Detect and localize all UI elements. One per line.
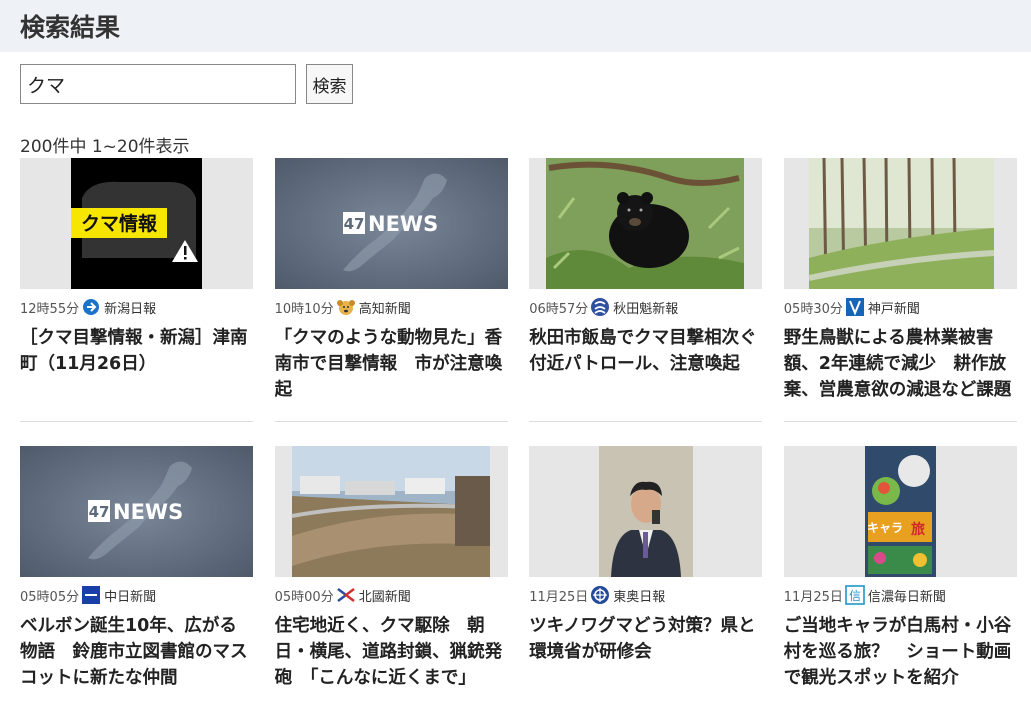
chunichi-shimbun-logo-icon — [81, 585, 101, 605]
result-thumbnail[interactable]: クマ情報 — [20, 158, 253, 289]
result-card[interactable]: キャラ 旅 11月25日 信 信濃毎日新聞 ご当地キャラが白馬村・小谷村を巡る旅… — [783, 446, 1017, 710]
result-card[interactable]: クマ情報 12時55分 新潟日報 ［クマ目撃情報・新潟］津南町（11月26日） — [20, 158, 253, 422]
page-header: 検索結果 — [0, 0, 1031, 52]
news-brand-number: 47 — [89, 503, 110, 521]
kobe-shimbun-logo-icon — [845, 297, 865, 317]
result-headline[interactable]: ご当地キャラが白馬村・小谷村を巡る旅？ ショート動画で観光スポットを紹介 — [784, 613, 1017, 691]
kochi-shimbun-logo-icon — [336, 297, 356, 317]
result-source[interactable]: 高知新聞 — [359, 298, 411, 317]
result-source[interactable]: 新潟日報 — [104, 298, 156, 317]
shinmai-logo-icon: 信 — [845, 585, 865, 605]
result-headline[interactable]: 秋田市飯島でクマ目撃相次ぐ 付近パトロール、注意喚起 — [529, 325, 762, 377]
result-source[interactable]: 東奥日報 — [613, 586, 665, 605]
result-time: 06時57分 — [529, 301, 589, 317]
result-count: 200件中 1~20件表示 — [20, 137, 190, 157]
svg-text:信: 信 — [849, 589, 861, 603]
result-thumbnail[interactable] — [274, 446, 508, 577]
news-brand-number: 47 — [343, 215, 364, 233]
result-time: 10時10分 — [274, 301, 334, 317]
result-thumbnail[interactable]: キャラ 旅 — [783, 446, 1017, 577]
result-thumbnail[interactable]: 47 NEWS — [274, 158, 508, 289]
result-time: 11月25日 — [529, 589, 589, 605]
result-time: 12時55分 — [20, 301, 80, 317]
results-grid: クマ情報 12時55分 新潟日報 ［クマ目撃情報・新潟］津南町（11月26日） — [20, 158, 1017, 710]
result-card[interactable]: 47 NEWS 10時10分 高知新聞 「クマのような動物見た」香南市で目撃情報… — [274, 158, 508, 422]
news-brand-word: NEWS — [368, 212, 438, 236]
search-button[interactable]: 検索 — [306, 64, 353, 104]
result-headline[interactable]: 「クマのような動物見た」香南市で目撃情報 市が注意喚起 — [275, 325, 508, 403]
result-headline[interactable]: ベルボン誕生10年、広がる物語 鈴鹿市立図書館のマスコットに新たな仲間 — [20, 613, 253, 691]
hokkoku-shimbun-logo-icon — [336, 585, 356, 605]
result-thumbnail[interactable]: 47 NEWS — [20, 446, 253, 577]
mascot-title-b: 旅 — [911, 521, 925, 538]
result-time: 05時30分 — [783, 301, 843, 317]
result-source[interactable]: 中日新聞 — [104, 586, 156, 605]
result-thumbnail[interactable] — [529, 446, 763, 577]
result-card[interactable]: 05時30分 神戸新聞 野生鳥獣による農林業被害額、2年連続で減少 耕作放棄、営… — [783, 158, 1017, 422]
result-headline[interactable]: ツキノワグマどう対策？県と環境省が研修会 — [529, 613, 762, 665]
bear-alert-label: クマ情報 — [81, 212, 158, 235]
search-input[interactable] — [20, 64, 296, 104]
result-time: 05時00分 — [274, 589, 334, 605]
page-title: 検索結果 — [20, 13, 121, 42]
result-card[interactable]: 06時57分 秋田魁新報 秋田市飯島でクマ目撃相次ぐ 付近パトロール、注意喚起 — [529, 158, 763, 422]
toonippo-logo-icon — [590, 585, 610, 605]
result-source[interactable]: 神戸新聞 — [868, 298, 920, 317]
result-card[interactable]: 11月25日 東奥日報 ツキノワグマどう対策？県と環境省が研修会 — [529, 446, 763, 710]
result-card[interactable]: 05時00分 北國新聞 住宅地近く、クマ駆除 朝日・横尾、道路封鎖、猟銃発砲 「… — [274, 446, 508, 710]
result-time: 11月25日 — [783, 589, 843, 605]
result-headline[interactable]: 野生鳥獣による農林業被害額、2年連続で減少 耕作放棄、営農意欲の減退など課題 — [784, 325, 1017, 403]
akita-sakigake-logo-icon — [590, 297, 610, 317]
result-headline[interactable]: 住宅地近く、クマ駆除 朝日・横尾、道路封鎖、猟銃発砲 「こんなに近くまで」 — [275, 613, 508, 691]
result-source[interactable]: 秋田魁新報 — [613, 298, 678, 317]
result-source[interactable]: 北國新聞 — [359, 586, 411, 605]
result-headline[interactable]: ［クマ目撃情報・新潟］津南町（11月26日） — [20, 325, 253, 377]
result-time: 05時05分 — [20, 589, 80, 605]
mascot-title-a: キャラ — [867, 521, 903, 535]
result-source[interactable]: 信濃毎日新聞 — [868, 586, 946, 605]
result-thumbnail[interactable] — [529, 158, 763, 289]
search-bar: 検索 — [20, 64, 353, 104]
niigata-nippo-logo-icon — [81, 297, 101, 317]
result-thumbnail[interactable] — [783, 158, 1017, 289]
result-card[interactable]: 47 NEWS 05時05分 中日新聞 ベルボン誕生10年、広がる物語 鈴鹿市立… — [20, 446, 253, 710]
news-brand-word: NEWS — [113, 500, 183, 524]
